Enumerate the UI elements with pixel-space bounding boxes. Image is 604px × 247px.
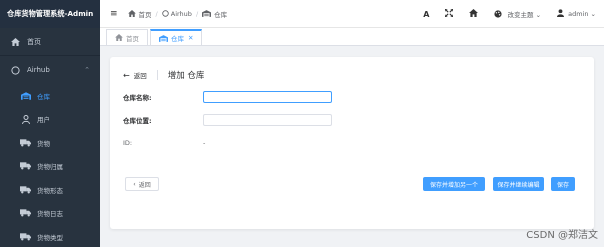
chevron-left-icon: ‹ — [133, 180, 136, 188]
app-title: 仓库货物管理系统-Admin — [0, 0, 100, 28]
breadcrumb-home[interactable]: 首页 — [139, 9, 152, 19]
circle-icon — [10, 65, 21, 75]
sidebar-item-goods-log[interactable]: 货物日志 — [0, 202, 100, 226]
arrow-left-icon: ← — [123, 70, 130, 80]
warehouse-location-input[interactable] — [203, 114, 332, 126]
sidebar-group-label: Airhub — [27, 66, 50, 74]
divider — [156, 70, 158, 80]
home-icon — [115, 34, 123, 41]
truck-icon — [20, 186, 31, 194]
tabs-bar: 首页 仓库 ✕ — [100, 28, 604, 46]
close-icon[interactable]: ✕ — [188, 34, 193, 42]
sidebar-item-goods[interactable]: 货物 — [0, 131, 100, 155]
warehouse-name-input[interactable] — [203, 91, 332, 103]
user-icon — [20, 114, 31, 124]
warehouse-icon — [202, 10, 212, 17]
navbar-right: A 改变主题 ⌄ admin ⌄ — [423, 0, 604, 28]
breadcrumb-current: 仓库 — [214, 10, 228, 19]
id-value: - — [203, 139, 206, 147]
palette-icon — [494, 9, 503, 20]
home-icon[interactable] — [469, 9, 479, 19]
sidebar-item-label: 货物日志 — [37, 210, 63, 219]
theme-label: 改变主题 — [507, 10, 534, 19]
sidebar-item-user[interactable]: 用户 — [0, 108, 100, 132]
breadcrumb: 首页 / Airhub / 仓库 — [127, 9, 228, 19]
save-button[interactable]: 保存 — [551, 177, 575, 191]
form-card: ← 返回 增加 仓库 仓库名称: 仓库位置: ID: - ‹ 返回 保存并增加另… — [110, 57, 594, 229]
fullscreen-icon[interactable] — [444, 8, 454, 19]
font-size-icon[interactable]: A — [423, 10, 429, 19]
home-icon — [10, 38, 21, 46]
sidebar-item-label: 货物归属 — [37, 163, 63, 172]
truck-icon — [20, 209, 31, 217]
user-label: admin — [568, 10, 589, 18]
watermark: CSDN @郑洁文 — [526, 230, 598, 241]
theme-switcher[interactable]: 改变主题 ⌄ — [494, 9, 541, 20]
home-icon — [127, 10, 136, 17]
chevron-up-icon: ⌃ — [84, 66, 90, 74]
chevron-down-icon: ⌄ — [535, 10, 542, 19]
sidebar: 仓库货物管理系统-Admin 首页 Airhub ⌃ 仓库 用户 货物 货物归属… — [0, 0, 100, 247]
sidebar-item-label: 货物形态 — [37, 186, 63, 195]
top-navbar: ≡ 首页 / Airhub / 仓库 A 改变主题 ⌄ admin ⌄ — [100, 0, 604, 28]
sidebar-item-goods-owner[interactable]: 货物归属 — [0, 155, 100, 179]
name-label: 仓库名称: — [123, 94, 152, 102]
truck-icon — [20, 162, 31, 170]
form-row-location: 仓库位置: — [123, 114, 332, 126]
sidebar-item-home[interactable]: 首页 — [0, 29, 100, 55]
user-icon — [557, 9, 565, 19]
circle-icon — [162, 10, 169, 17]
back-button-label: 返回 — [138, 181, 151, 189]
tab-warehouse[interactable]: 仓库 ✕ — [150, 29, 203, 45]
user-menu[interactable]: admin ⌄ — [557, 9, 596, 19]
warehouse-icon — [159, 34, 168, 42]
breadcrumb-separator: / — [155, 9, 158, 18]
tab-label: 仓库 — [171, 35, 184, 43]
form-row-name: 仓库名称: — [123, 91, 332, 103]
hamburger-menu-icon[interactable]: ≡ — [110, 9, 118, 19]
back-button[interactable]: ‹ 返回 — [125, 177, 159, 191]
save-and-edit-button[interactable]: 保存并继续编辑 — [493, 177, 544, 191]
id-label: ID: — [123, 139, 133, 147]
sidebar-item-label: 货物类型 — [37, 233, 63, 242]
save-and-add-button[interactable]: 保存并增加另一个 — [423, 177, 485, 191]
breadcrumb-separator: / — [195, 9, 199, 18]
page-header: ← 返回 增加 仓库 — [123, 69, 204, 81]
sidebar-item-label: 首页 — [27, 38, 41, 46]
back-link[interactable]: ← 返回 — [123, 70, 147, 81]
truck-icon — [20, 139, 31, 147]
breadcrumb-group[interactable]: Airhub — [171, 10, 192, 18]
sidebar-item-goods-form[interactable]: 货物形态 — [0, 178, 100, 202]
sidebar-item-label: 用户 — [37, 116, 50, 125]
chevron-down-icon: ⌄ — [590, 10, 596, 18]
truck-icon — [20, 233, 31, 241]
page-title: 增加 仓库 — [167, 71, 205, 81]
back-link-label: 返回 — [133, 72, 147, 80]
tab-label: 首页 — [126, 34, 139, 43]
sidebar-item-warehouse[interactable]: 仓库 — [0, 84, 100, 108]
sidebar-item-label: 货物 — [37, 139, 50, 148]
tab-home[interactable]: 首页 — [106, 29, 148, 45]
sidebar-item-goods-type[interactable]: 货物类型 — [0, 225, 100, 247]
location-label: 仓库位置: — [123, 117, 152, 125]
sidebar-item-label: 仓库 — [37, 92, 50, 101]
form-row-id: ID: - — [123, 139, 205, 147]
sidebar-group-airhub[interactable]: Airhub ⌃ — [0, 56, 100, 84]
warehouse-icon — [20, 92, 31, 100]
